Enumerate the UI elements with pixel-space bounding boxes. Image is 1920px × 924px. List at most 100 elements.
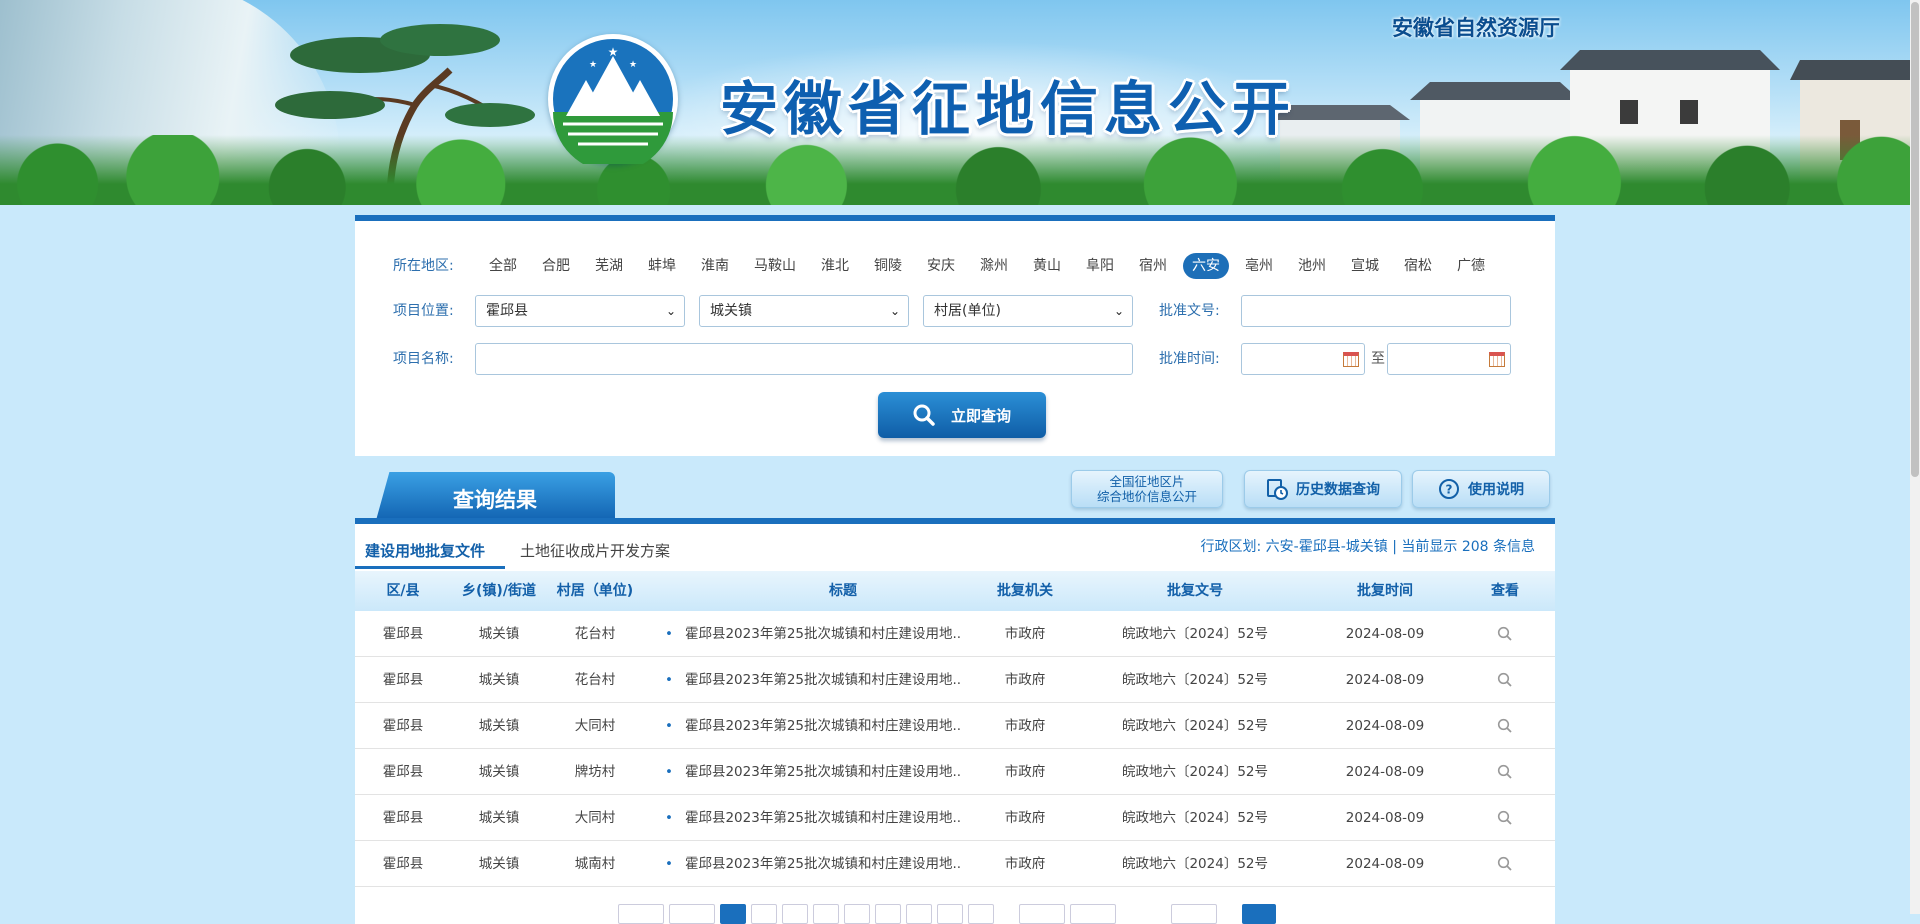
national-land-price-label: 全国征地区片 综合地价信息公开	[1097, 474, 1197, 504]
first-page-button[interactable]	[618, 904, 664, 924]
row-county: 霍邱县	[382, 626, 424, 642]
table-row[interactable]: 霍邱县 城关镇 大同村 • 霍邱县2023年第25批次城镇和村庄建设用地.. 市政府 皖政地…	[355, 703, 1555, 749]
region-option[interactable]: 蚌埠	[639, 253, 685, 279]
district-info: 行政区划: 六安-霍邱县-城关镇 | 当前显示 208 条信息	[1200, 539, 1535, 555]
region-option[interactable]: 宿松	[1395, 253, 1441, 279]
row-authority: 市政府	[1004, 718, 1046, 734]
page-button[interactable]	[844, 904, 870, 924]
page-button[interactable]	[751, 904, 777, 924]
region-option[interactable]: 淮南	[692, 253, 738, 279]
magnifier-icon	[1497, 764, 1512, 779]
row-title-link[interactable]: • 霍邱县2023年第25批次城镇和村庄建设用地..	[665, 611, 995, 657]
last-page-button[interactable]	[1070, 904, 1116, 924]
region-option[interactable]: 合肥	[533, 253, 579, 279]
row-authority: 市政府	[1004, 764, 1046, 780]
region-option[interactable]: 滁州	[971, 253, 1017, 279]
calendar-icon[interactable]	[1489, 352, 1505, 367]
col-authority: 批复机关	[997, 583, 1053, 599]
site-logo[interactable]: ★ ★ ★	[548, 34, 678, 164]
view-button[interactable]	[1455, 611, 1555, 657]
table-row[interactable]: 霍邱县 城关镇 大同村 • 霍邱县2023年第25批次城镇和村庄建设用地.. 市政府 皖政地…	[355, 795, 1555, 841]
page-button[interactable]	[937, 904, 963, 924]
approval-no-input[interactable]	[1241, 295, 1511, 327]
row-authority: 市政府	[1004, 672, 1046, 688]
mountain-emblem-icon: ★ ★ ★	[553, 39, 673, 164]
view-button[interactable]	[1455, 795, 1555, 841]
row-doc-no: 皖政地六〔2024〕52号	[1121, 764, 1269, 780]
page-button[interactable]	[813, 904, 839, 924]
search-button-label: 立即查询	[950, 406, 1011, 425]
page-button-current[interactable]	[720, 904, 746, 924]
row-title-link[interactable]: • 霍邱县2023年第25批次城镇和村庄建设用地..	[665, 703, 995, 749]
region-option[interactable]: 亳州	[1236, 253, 1282, 279]
view-button[interactable]	[1455, 841, 1555, 887]
svg-text:★: ★	[629, 60, 637, 70]
row-title-link[interactable]: • 霍邱县2023年第25批次城镇和村庄建设用地..	[665, 657, 995, 703]
region-option[interactable]: 黄山	[1024, 253, 1070, 279]
town-select[interactable]: 城关镇 ⌄	[699, 295, 909, 327]
region-option[interactable]: 铜陵	[865, 253, 911, 279]
history-query-button[interactable]: 历史数据查询	[1244, 470, 1402, 508]
page-jump-button[interactable]	[1242, 904, 1276, 924]
calendar-icon[interactable]	[1343, 352, 1359, 367]
page-jump-input[interactable]	[1171, 904, 1217, 924]
help-button[interactable]: ? 使用说明	[1412, 470, 1550, 508]
project-name-input[interactable]	[475, 343, 1133, 375]
table-row[interactable]: 霍邱县 城关镇 牌坊村 • 霍邱县2023年第25批次城镇和村庄建设用地.. 市政府 皖政地…	[355, 749, 1555, 795]
page-scrollbar[interactable]	[1910, 0, 1920, 914]
table-body: 霍邱县 城关镇 花台村 • 霍邱县2023年第25批次城镇和村庄建设用地.. 市政府 皖政地…	[355, 611, 1555, 887]
svg-text:★: ★	[608, 45, 619, 59]
row-village: 城南村	[574, 856, 616, 872]
region-option[interactable]: 阜阳	[1077, 253, 1123, 279]
region-option[interactable]: 宣城	[1342, 253, 1388, 279]
search-button[interactable]: 立即查询	[878, 392, 1046, 438]
table-row[interactable]: 霍邱县 城关镇 花台村 • 霍邱县2023年第25批次城镇和村庄建设用地.. 市政府 皖政地…	[355, 657, 1555, 703]
tab-construction-approval[interactable]: 建设用地批复文件	[365, 540, 485, 566]
chevron-down-icon: ⌄	[665, 304, 676, 318]
org-name[interactable]: 安徽省自然资源厅	[1392, 12, 1560, 42]
region-filter: 全部 合肥 芜湖 蚌埠 淮南 马鞍山 淮北 铜陵 安庆 滁州 黄山 阜阳 宿州 六安 亳州 池州 宣城 宿松 广德	[480, 253, 1501, 279]
row-authority: 市政府	[1004, 856, 1046, 872]
national-land-price-button[interactable]: 全国征地区片 综合地价信息公开	[1071, 470, 1223, 508]
region-option[interactable]: 马鞍山	[745, 253, 805, 279]
table-row[interactable]: 霍邱县 城关镇 城南村 • 霍邱县2023年第25批次城镇和村庄建设用地.. 市政府 皖政地…	[355, 841, 1555, 887]
national-line1: 全国征地区片	[1109, 474, 1185, 489]
next-page-button[interactable]	[1019, 904, 1065, 924]
view-button[interactable]	[1455, 749, 1555, 795]
region-option[interactable]: 池州	[1289, 253, 1335, 279]
county-select[interactable]: 霍邱县 ⌄	[475, 295, 685, 327]
region-option[interactable]: 宿州	[1130, 253, 1176, 279]
view-button[interactable]	[1455, 703, 1555, 749]
row-date: 2024-08-09	[1345, 672, 1425, 688]
bullet-icon: •	[665, 810, 673, 826]
national-line2: 综合地价信息公开	[1096, 489, 1197, 504]
row-title-link[interactable]: • 霍邱县2023年第25批次城镇和村庄建设用地..	[665, 749, 995, 795]
page-button[interactable]	[968, 904, 994, 924]
tab-land-development-plan[interactable]: 土地征收成片开发方案	[520, 540, 670, 566]
page-button[interactable]	[906, 904, 932, 924]
village-select[interactable]: 村居(单位) ⌄	[923, 295, 1133, 327]
region-option[interactable]: 淮北	[812, 253, 858, 279]
table-row[interactable]: 霍邱县 城关镇 花台村 • 霍邱县2023年第25批次城镇和村庄建设用地.. 市政府 皖政地…	[355, 611, 1555, 657]
page-button[interactable]	[875, 904, 901, 924]
region-option[interactable]: 全部	[480, 253, 526, 279]
region-option[interactable]: 六安	[1183, 253, 1229, 279]
row-authority: 市政府	[1004, 626, 1046, 642]
row-title-link[interactable]: • 霍邱县2023年第25批次城镇和村庄建设用地..	[665, 841, 995, 887]
row-village: 大同村	[574, 718, 616, 734]
col-date: 批复时间	[1357, 583, 1413, 599]
view-button[interactable]	[1455, 657, 1555, 703]
region-option[interactable]: 芜湖	[586, 253, 632, 279]
svg-text:?: ?	[1446, 483, 1453, 497]
prev-page-button[interactable]	[669, 904, 715, 924]
row-county: 霍邱县	[382, 810, 424, 826]
col-village: 村居（单位)	[556, 583, 634, 599]
region-option[interactable]: 广德	[1448, 253, 1494, 279]
row-title-link[interactable]: • 霍邱县2023年第25批次城镇和村庄建设用地..	[665, 795, 995, 841]
scrollbar-thumb[interactable]	[1911, 2, 1919, 477]
history-query-label: 历史数据查询	[1296, 482, 1380, 498]
magnifier-icon	[1497, 810, 1512, 825]
row-authority: 市政府	[1004, 810, 1046, 826]
region-option[interactable]: 安庆	[918, 253, 964, 279]
page-button[interactable]	[782, 904, 808, 924]
